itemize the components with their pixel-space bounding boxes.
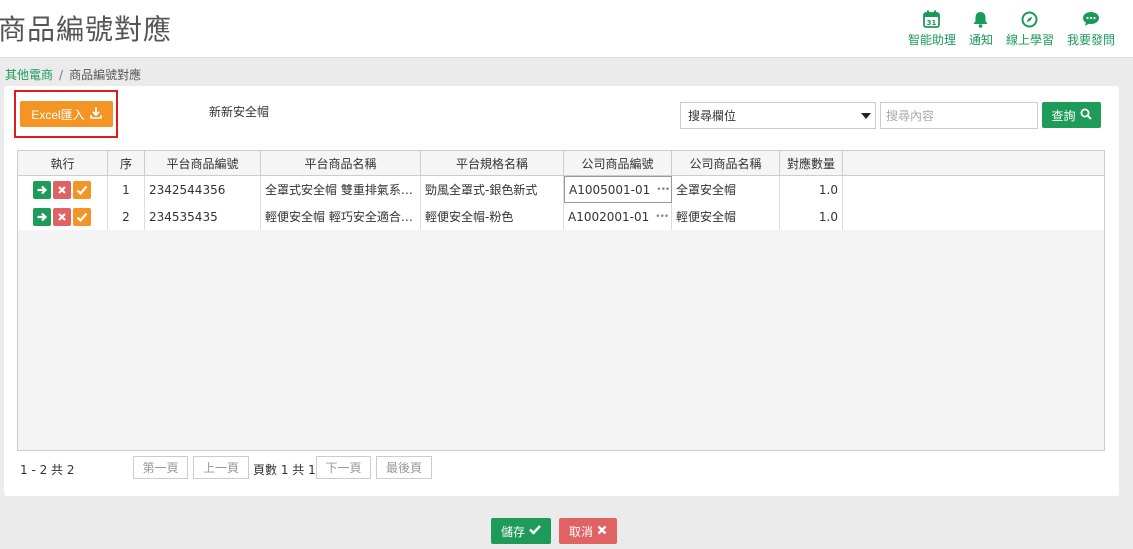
cell-platform-id: 2342544356 xyxy=(145,176,261,203)
excel-import-label: Excel匯入 xyxy=(31,107,85,122)
delete-x-icon[interactable] xyxy=(52,207,71,226)
record-range: 1 - 2 共 2 xyxy=(20,463,75,477)
check-icon[interactable] xyxy=(72,180,91,199)
prev-page-button[interactable]: 上一頁 xyxy=(193,456,249,479)
chat-bubble-icon xyxy=(1081,9,1101,29)
top-nav: 31 智能助理 通知 線上學習 我要發問 xyxy=(908,9,1115,48)
check-icon[interactable] xyxy=(72,207,91,226)
search-icon xyxy=(1080,108,1092,123)
compass-icon xyxy=(1020,9,1040,29)
nav-smart-assistant[interactable]: 31 智能助理 xyxy=(908,9,956,48)
cell-company-id[interactable]: A1002001-01 ••• xyxy=(564,203,672,230)
column-header[interactable]: 公司商品名稱 xyxy=(672,151,780,175)
last-page-button[interactable]: 最後頁 xyxy=(376,456,432,479)
cell-spec-name: 輕便安全帽-粉色 xyxy=(421,203,564,230)
delete-x-icon[interactable] xyxy=(52,180,71,199)
arrow-right-icon[interactable] xyxy=(32,180,51,199)
column-header[interactable]: 執行 xyxy=(18,151,108,175)
cell-platform-name: 全罩式安全帽 雙重排氣系… xyxy=(261,176,421,203)
nav-label: 智能助理 xyxy=(907,33,956,47)
breadcrumb: 其他電商 / 商品編號對應 xyxy=(5,66,141,83)
column-header[interactable]: 序 xyxy=(108,151,145,175)
breadcrumb-current: 商品編號對應 xyxy=(69,68,142,82)
company-id-value: A1002001-01 xyxy=(568,209,650,224)
cancel-button[interactable]: 取消 xyxy=(559,518,617,544)
page-title: 商品編號對應 xyxy=(0,13,173,46)
query-label: 查詢 xyxy=(1051,108,1076,123)
cell-platform-id: 234535435 xyxy=(145,203,261,230)
table-row[interactable]: 1 2342544356 全罩式安全帽 雙重排氣系… 勁風全罩式-銀色新式 A1… xyxy=(18,176,1104,203)
column-header[interactable]: 平台商品編號 xyxy=(145,151,261,175)
column-header[interactable]: 公司商品編號 xyxy=(564,151,672,175)
arrow-right-icon[interactable] xyxy=(32,207,51,226)
cell-company-id[interactable]: A1005001-01 ••• xyxy=(564,176,672,203)
row-actions xyxy=(18,176,108,203)
calendar-icon: 31 xyxy=(922,9,942,29)
search-input[interactable] xyxy=(880,102,1038,129)
nav-ask-question[interactable]: 我要發問 xyxy=(1067,9,1115,48)
cell-seq: 2 xyxy=(108,203,145,230)
imported-file-name: 新新安全帽 xyxy=(209,105,270,119)
column-header[interactable]: 對應數量 xyxy=(780,151,843,175)
mapping-table: 執行 序 平台商品編號 平台商品名稱 平台規格名稱 公司商品編號 公司商品名稱 … xyxy=(17,150,1105,451)
query-button[interactable]: 查詢 xyxy=(1042,102,1101,128)
cell-platform-name: 輕便安全帽 輕巧安全適合… xyxy=(261,203,421,230)
more-icon[interactable]: ••• xyxy=(656,185,670,195)
header: 商品編號對應 31 智能助理 通知 線上學習 我要發問 xyxy=(0,0,1133,58)
nav-label: 線上學習 xyxy=(1005,33,1054,47)
save-button[interactable]: 儲存 xyxy=(491,518,551,544)
excel-import-button[interactable]: Excel匯入 xyxy=(20,101,113,127)
nav-label: 我要發問 xyxy=(1066,33,1115,47)
page-info: 頁數 1 共 1 xyxy=(253,463,316,477)
cancel-label: 取消 xyxy=(568,524,593,539)
cell-company-name: 全罩安全帽 xyxy=(672,176,780,203)
bell-icon xyxy=(971,9,991,29)
breadcrumb-parent[interactable]: 其他電商 xyxy=(5,68,53,82)
table-row[interactable]: 2 234535435 輕便安全帽 輕巧安全適合… 輕便安全帽-粉色 A1002… xyxy=(18,203,1104,230)
search-field-select[interactable]: 搜尋欄位 xyxy=(680,102,876,129)
column-header[interactable]: 平台商品名稱 xyxy=(261,151,421,175)
next-page-button[interactable]: 下一頁 xyxy=(316,456,371,479)
calendar-day: 31 xyxy=(927,19,937,27)
nav-label: 通知 xyxy=(968,33,993,47)
main-panel: Excel匯入 新新安全帽 搜尋欄位 查詢 執行 序 平台商品編號 平台商品名稱… xyxy=(4,86,1119,496)
first-page-button[interactable]: 第一頁 xyxy=(133,456,188,479)
breadcrumb-separator: / xyxy=(59,68,64,82)
download-icon xyxy=(89,107,102,122)
cell-quantity: 1.0 xyxy=(780,176,843,203)
cell-spec-name: 勁風全罩式-銀色新式 xyxy=(421,176,564,203)
close-icon xyxy=(597,524,607,538)
cell-quantity: 1.0 xyxy=(780,203,843,230)
table-header: 執行 序 平台商品編號 平台商品名稱 平台規格名稱 公司商品編號 公司商品名稱 … xyxy=(18,151,1104,176)
nav-notifications[interactable]: 通知 xyxy=(969,9,993,48)
save-label: 儲存 xyxy=(500,524,525,539)
company-id-value: A1005001-01 xyxy=(569,182,651,197)
search-field-label: 搜尋欄位 xyxy=(688,109,737,123)
column-header[interactable]: 平台規格名稱 xyxy=(421,151,564,175)
row-actions xyxy=(18,203,108,230)
more-icon[interactable]: ••• xyxy=(655,212,669,222)
nav-online-learning[interactable]: 線上學習 xyxy=(1006,9,1054,48)
pagination: 1 - 2 共 2 第一頁 上一頁 頁數 1 共 1 下一頁 最後頁 xyxy=(20,456,1100,480)
caret-down-icon xyxy=(861,113,871,119)
cell-seq: 1 xyxy=(108,176,145,203)
cell-company-name: 輕便安全帽 xyxy=(672,203,780,230)
check-icon xyxy=(529,524,541,538)
